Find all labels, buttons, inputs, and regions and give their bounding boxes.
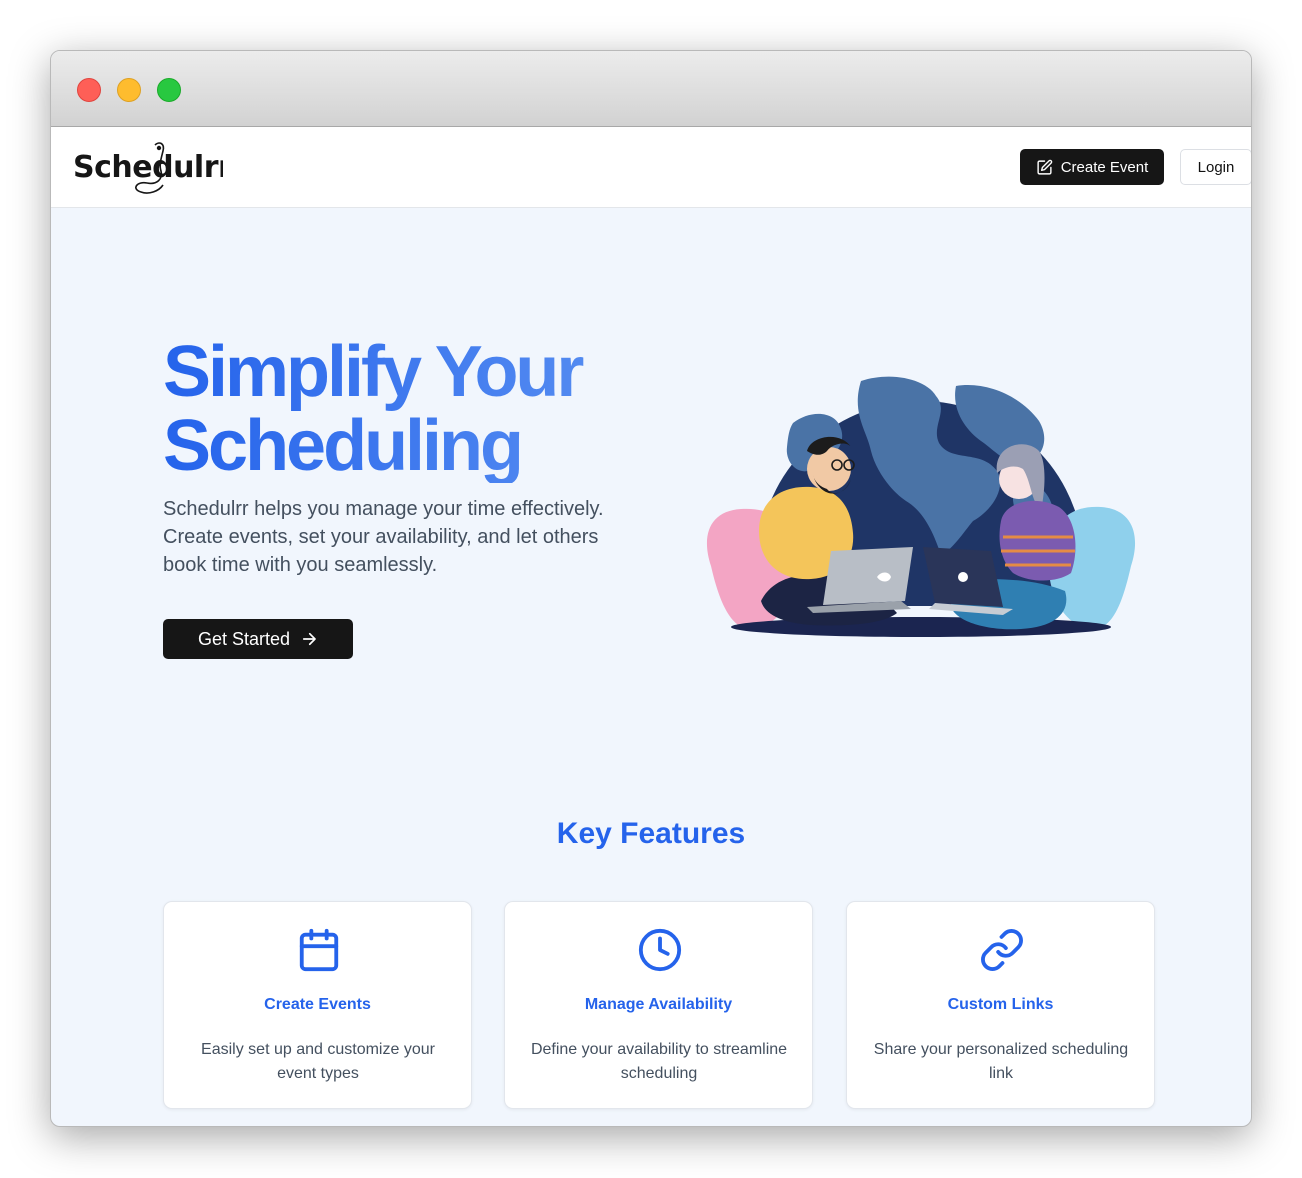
logo-text: Schedulrr: [73, 150, 223, 185]
login-button[interactable]: Login: [1180, 149, 1251, 185]
maximize-window-button[interactable]: [157, 78, 181, 102]
create-event-button[interactable]: Create Event: [1020, 149, 1164, 185]
logo[interactable]: Schedulrr: [73, 139, 234, 199]
feature-description: Share your personalized scheduling link: [873, 1041, 1129, 1082]
arrow-right-icon: [302, 632, 316, 646]
hero-description: Schedulrr helps you manage your time eff…: [163, 498, 604, 576]
clock-icon: [638, 928, 682, 972]
feature-card-manage-availability: Manage Availability Define your availabi…: [504, 901, 813, 1109]
calendar-icon: [299, 928, 339, 972]
feature-description: Easily set up and customize your event t…: [201, 1041, 435, 1082]
feature-title: Create Events: [264, 996, 371, 1013]
create-event-label: Create Event: [1060, 158, 1149, 176]
minimize-window-button[interactable]: [117, 78, 141, 102]
window-titlebar: [51, 51, 1251, 127]
navbar: Schedulrr Create Event Login: [51, 127, 1251, 208]
browser-window: Schedulrr Create Event Login Simplify Yo…: [50, 50, 1252, 1127]
hero-title: Simplify Your Scheduling: [163, 335, 683, 483]
edit-icon: [1037, 159, 1052, 175]
feature-description: Define your availability to streamline s…: [530, 1041, 788, 1082]
feature-title: Manage Availability: [584, 996, 733, 1013]
close-window-button[interactable]: [77, 78, 101, 102]
get-started-label: Get Started: [197, 628, 291, 649]
feature-card-create-events: Create Events Easily set up and customiz…: [163, 901, 472, 1109]
features-heading: Key Features: [556, 817, 746, 850]
hero-illustration: [701, 351, 1141, 641]
get-started-button[interactable]: Get Started: [163, 619, 353, 659]
hero-title-line-1: Simplify Your: [163, 332, 582, 412]
link-icon: [981, 929, 1023, 971]
feature-card-custom-links: Custom Links Share your personalized sch…: [846, 901, 1155, 1109]
feature-title: Custom Links: [947, 996, 1054, 1013]
hero-title-line-2: Scheduling: [163, 406, 522, 486]
